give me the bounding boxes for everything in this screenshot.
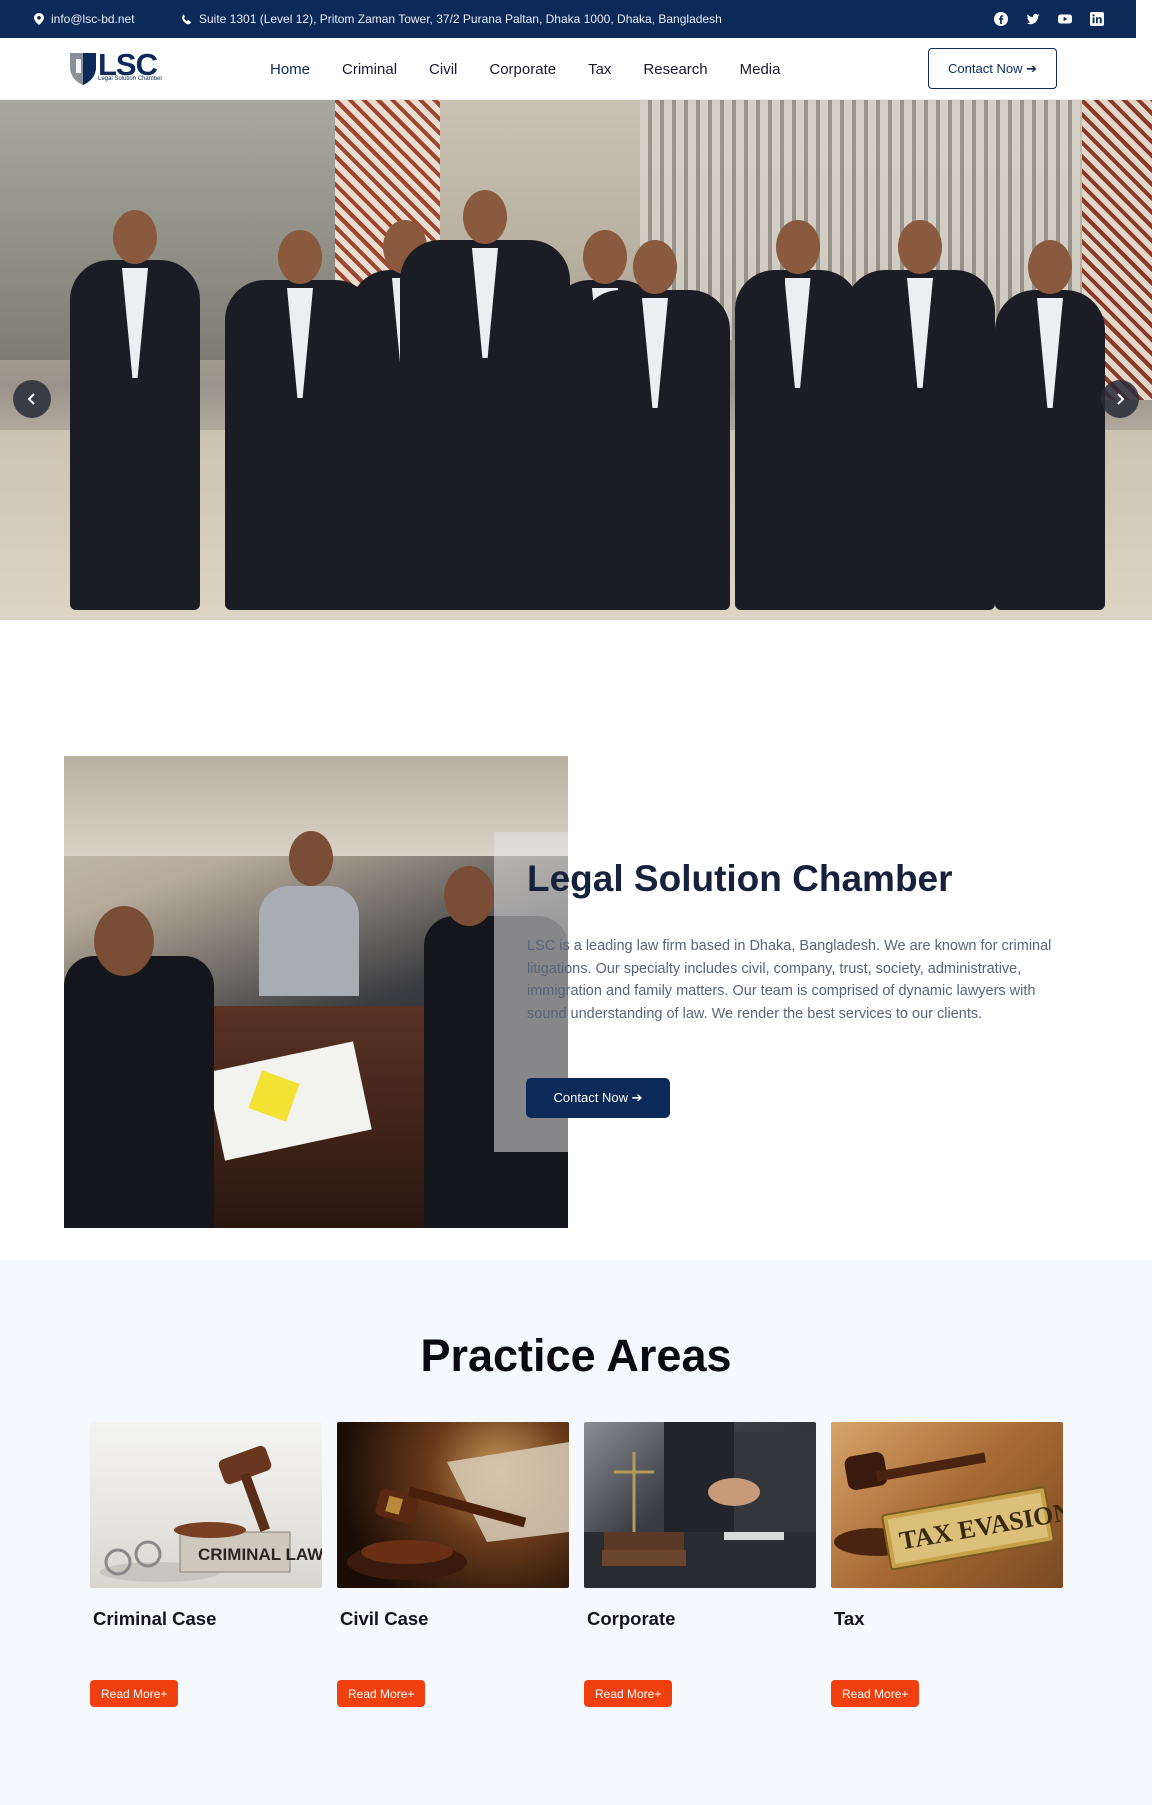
read-more-button[interactable]: Read More+ xyxy=(584,1680,673,1707)
hero-photo-person xyxy=(580,240,730,610)
top-info-bar: info@lsc-bd.net Suite 1301 (Level 12), P… xyxy=(0,0,1136,38)
shield-icon xyxy=(70,53,96,85)
practice-card-title: Corporate xyxy=(587,1608,676,1629)
practice-card-title: Criminal Case xyxy=(93,1608,217,1629)
about-photo-person xyxy=(289,831,333,886)
hero-photo-person xyxy=(70,210,200,610)
nav-media[interactable]: Media xyxy=(740,61,781,78)
about-photo-person xyxy=(64,956,214,1228)
address-text: Suite 1301 (Level 12), Pritom Zaman Towe… xyxy=(199,12,722,26)
practice-card-title: Tax xyxy=(834,1608,865,1629)
nav-criminal[interactable]: Criminal xyxy=(342,61,397,78)
nav-civil[interactable]: Civil xyxy=(429,61,457,78)
slider-next-button[interactable] xyxy=(1101,380,1139,418)
about-photo-person xyxy=(259,886,359,996)
practice-areas-title: Practice Areas xyxy=(420,1330,732,1381)
hero-photo-person xyxy=(995,240,1105,610)
main-nav: Home Criminal Civil Corporate Tax Resear… xyxy=(270,38,812,100)
site-header: LSC Legal Solution Chamber Home Criminal… xyxy=(0,38,1152,100)
about-description: LSC is a leading law firm based in Dhaka… xyxy=(527,938,1052,1022)
practice-card-tax: TAX EVASION Tax Read More+ xyxy=(831,1422,1063,1707)
social-links xyxy=(994,0,1104,38)
corporate-image xyxy=(584,1422,816,1588)
contact-email[interactable]: info@lsc-bd.net xyxy=(34,0,135,38)
civil-case-image xyxy=(337,1422,569,1588)
about-photo-person xyxy=(444,866,494,926)
criminal-law-image: CRIMINAL LAW xyxy=(90,1422,322,1588)
about-photo-person xyxy=(94,906,154,976)
read-more-button[interactable]: Read More+ xyxy=(831,1680,920,1707)
chevron-left-icon xyxy=(27,393,35,405)
location-pin-icon xyxy=(34,13,44,25)
read-more-button[interactable]: Read More+ xyxy=(337,1680,426,1707)
criminal-law-block-text: CRIMINAL LAW xyxy=(198,1545,322,1564)
about-contact-button[interactable]: Contact Now ➔ xyxy=(526,1078,670,1118)
practice-card-title: Civil Case xyxy=(340,1608,429,1629)
header-contact-button[interactable]: Contact Now ➔ xyxy=(928,48,1057,89)
youtube-icon[interactable] xyxy=(1058,12,1072,26)
facebook-icon[interactable] xyxy=(994,12,1008,26)
hero-photo-person xyxy=(735,220,860,610)
linkedin-icon[interactable] xyxy=(1090,12,1104,26)
email-text: info@lsc-bd.net xyxy=(51,12,135,26)
twitter-icon[interactable] xyxy=(1026,12,1040,26)
about-title: Legal Solution Chamber xyxy=(527,858,953,899)
chevron-right-icon xyxy=(1117,393,1125,405)
phone-icon xyxy=(182,13,191,24)
hero-photo-person xyxy=(400,190,570,610)
hero-slider xyxy=(0,100,1152,620)
nav-tax[interactable]: Tax xyxy=(588,61,611,78)
practice-areas-section: Practice Areas CRIMINAL LAW Criminal Cas… xyxy=(0,1260,1152,1805)
practice-card-corporate: Corporate Read More+ xyxy=(584,1422,816,1707)
nav-corporate[interactable]: Corporate xyxy=(489,61,556,78)
site-logo[interactable]: LSC Legal Solution Chamber xyxy=(68,49,163,87)
hero-photo-person xyxy=(845,220,995,610)
about-photo xyxy=(64,756,568,1228)
nav-home[interactable]: Home xyxy=(270,61,310,78)
nav-research[interactable]: Research xyxy=(643,61,707,78)
tax-image: TAX EVASION xyxy=(831,1422,1063,1588)
logo-subtitle: Legal Solution Chamber xyxy=(98,76,163,82)
practice-card-civil: Civil Case Read More+ xyxy=(337,1422,569,1707)
slider-prev-button[interactable] xyxy=(13,380,51,418)
contact-address: Suite 1301 (Level 12), Pritom Zaman Towe… xyxy=(181,0,722,38)
read-more-button[interactable]: Read More+ xyxy=(90,1680,179,1707)
practice-card-criminal: CRIMINAL LAW Criminal Case Read More+ xyxy=(90,1422,322,1707)
